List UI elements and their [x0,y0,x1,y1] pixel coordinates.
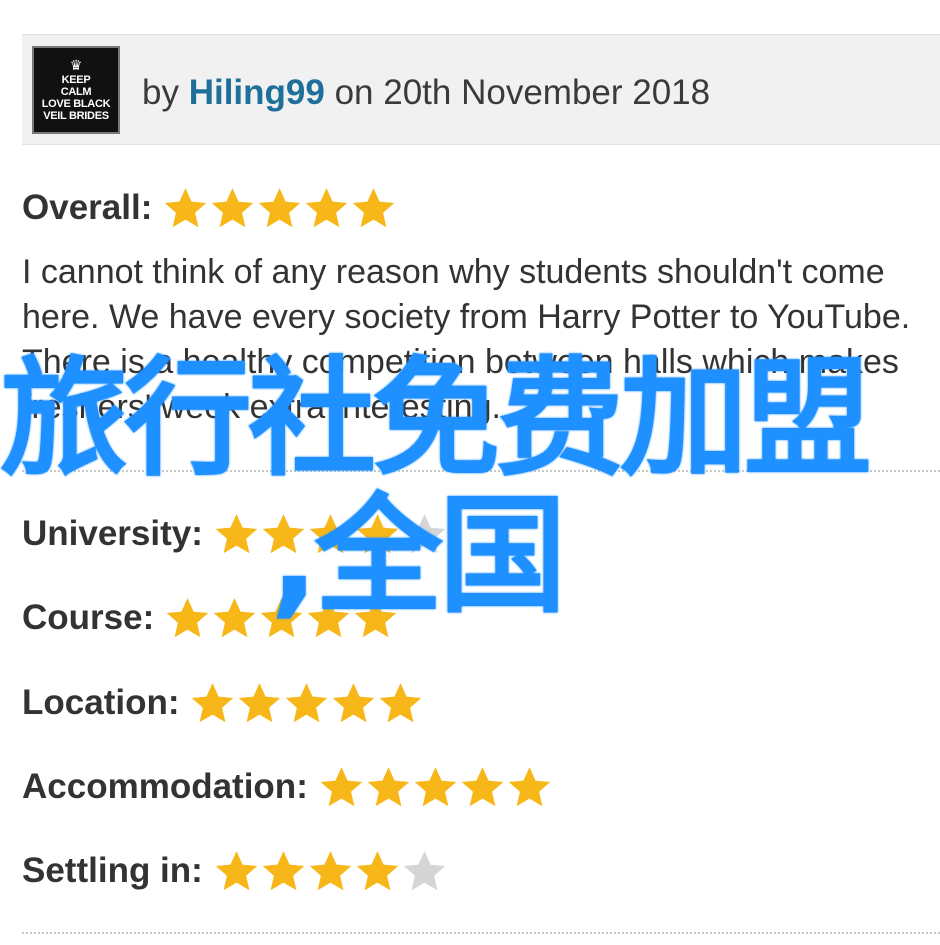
star-filled-icon [215,850,258,890]
rating-label: Accommodation: [22,767,308,806]
star-filled-icon [380,682,422,722]
review-header: ♛ KEEP CALM LOVE BLACK VEIL BRIDES by Hi… [22,34,940,145]
rating-row-location: Location: [22,679,424,727]
overall-stars [162,185,397,232]
review-byline: by Hiling99 on 20th November 2018 [142,73,710,113]
rating-row-accommodation: Accommodation: [22,763,553,811]
rating-stars [213,848,448,895]
star-filled-icon [309,850,352,890]
avatar-line-4: VEIL BRIDES [43,110,109,122]
star-empty-icon [403,850,446,890]
star-filled-icon [259,187,301,227]
watermark-line-1: 旅行社免费加盟 [0,345,872,494]
rating-label: Location: [22,683,180,722]
star-filled-icon [306,187,348,227]
avatar-line-3: LOVE BLACK [41,98,111,110]
star-filled-icon [333,682,375,722]
user-avatar[interactable]: ♛ KEEP CALM LOVE BLACK VEIL BRIDES [32,46,120,134]
overall-rating-row: Overall: [22,184,397,232]
star-filled-icon [461,766,504,806]
username-link[interactable]: Hiling99 [189,73,325,112]
star-filled-icon [239,682,281,722]
star-filled-icon [165,187,207,227]
rating-label: University: [22,514,203,553]
star-filled-icon [353,187,395,227]
star-filled-icon [262,850,305,890]
by-prefix: by [142,73,179,112]
review-date: on 20th November 2018 [334,73,711,112]
star-filled-icon [367,766,410,806]
rating-label: Settling in: [22,851,203,890]
star-filled-icon [192,682,234,722]
avatar-line-2: CALM [60,86,92,98]
watermark-line-2: ,全国 [270,482,567,631]
rating-row-settling-in: Settling in: [22,847,448,895]
crown-icon: ♛ [69,57,83,73]
rating-stars [318,764,553,811]
star-filled-icon [212,187,254,227]
star-filled-icon [213,597,256,637]
rating-label: Course: [22,598,155,637]
rating-stars [189,680,424,727]
star-filled-icon [286,682,328,722]
overall-label: Overall: [22,188,153,227]
star-filled-icon [215,513,258,553]
divider [22,932,940,934]
avatar-line-1: KEEP [61,74,91,86]
star-filled-icon [320,766,363,806]
star-filled-icon [414,766,457,806]
star-filled-icon [166,597,209,637]
star-filled-icon [356,850,399,890]
star-filled-icon [508,766,551,806]
